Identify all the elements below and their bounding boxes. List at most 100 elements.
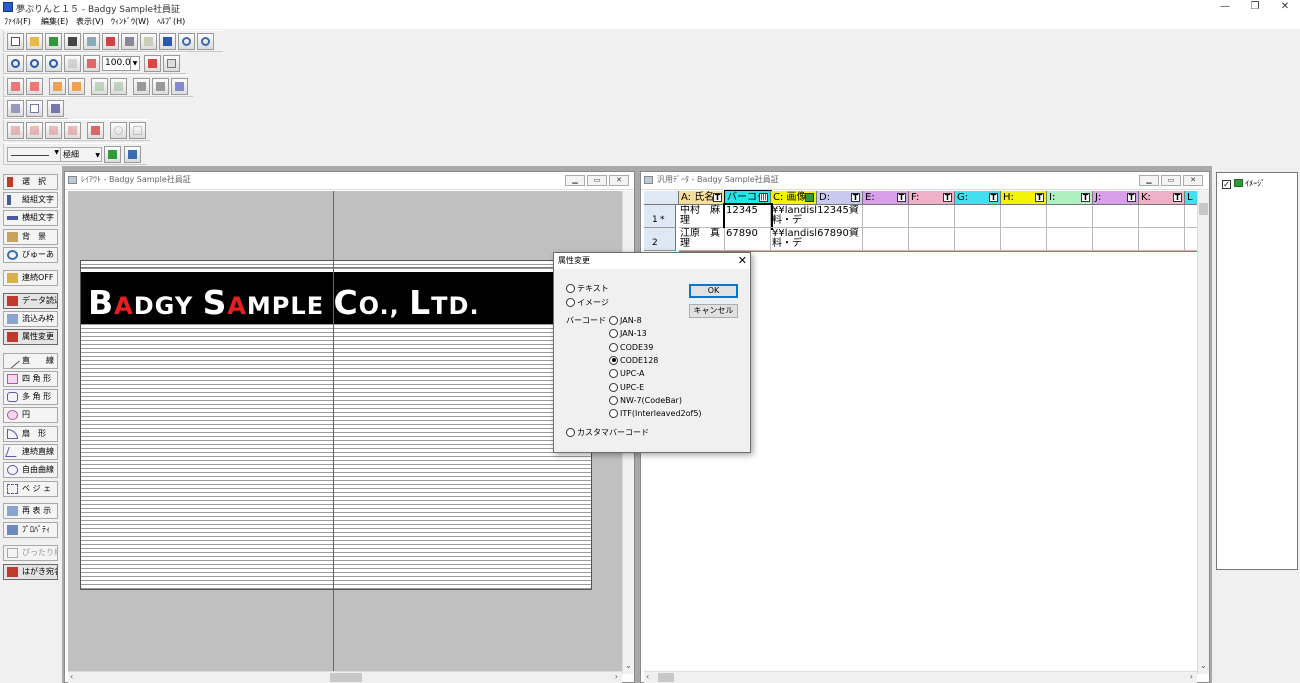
radio-circle[interactable] xyxy=(566,428,575,437)
radio-custom-barcode[interactable]: カスタマバーコード xyxy=(566,428,649,438)
ungroup-button[interactable] xyxy=(110,78,127,95)
vertical-guide-line[interactable] xyxy=(333,191,334,674)
column-header[interactable]: バーコー ||| xyxy=(724,190,772,206)
horizontal-scroll-thumb[interactable] xyxy=(330,673,362,682)
radio-barcode-type[interactable]: UPC-A xyxy=(609,369,644,379)
redo-button[interactable] xyxy=(197,33,214,50)
grid-cell[interactable] xyxy=(863,205,909,228)
scroll-left-arrow-icon[interactable]: ‹ xyxy=(646,672,649,681)
grid-cell[interactable] xyxy=(1093,205,1139,228)
dialog-close-icon[interactable]: ✕ xyxy=(738,253,747,268)
menu-edit[interactable]: 編集(E) xyxy=(41,16,68,27)
grid-cell[interactable]: 中村 麻理 xyxy=(679,205,725,228)
brand-band[interactable]: BADGY SAMPLE CO., LTD. xyxy=(81,272,591,324)
close-button[interactable]: ✕ xyxy=(1270,1,1300,14)
columns-button[interactable] xyxy=(47,100,64,117)
horizontal-text-tool-button[interactable]: 横組文字 xyxy=(3,210,58,226)
postcard-address-button[interactable]: はがき宛名 xyxy=(3,564,58,580)
zoom-level-field[interactable]: 100.0 ▼ xyxy=(102,56,140,71)
ok-button[interactable]: OK xyxy=(689,284,738,298)
grid-cell[interactable]: 江原 真理 xyxy=(679,228,725,251)
hand-tool-button[interactable] xyxy=(163,55,180,72)
sector-tool-button[interactable]: 扇 形 xyxy=(3,426,58,442)
column-header[interactable]: E: T xyxy=(863,191,909,205)
menu-view[interactable]: 表示(V) xyxy=(76,16,104,27)
data-load-button[interactable]: データ読込 xyxy=(3,293,58,309)
line-color-button[interactable] xyxy=(104,146,121,163)
chevron-down-icon[interactable]: ▼ xyxy=(54,149,59,156)
column-header[interactable]: G: T xyxy=(955,191,1001,205)
background-tool-button[interactable]: 背 景 xyxy=(3,229,58,245)
vertical-scroll-thumb[interactable] xyxy=(1199,203,1208,215)
scroll-right-arrow-icon[interactable]: › xyxy=(1190,672,1193,681)
mask-button[interactable] xyxy=(171,78,188,95)
radio-circle[interactable] xyxy=(609,329,618,339)
column-header[interactable]: A: 氏名 T xyxy=(679,191,725,205)
row-header[interactable]: 1 * xyxy=(644,205,676,228)
zoom-fit-button[interactable] xyxy=(7,55,24,72)
grid-cell[interactable] xyxy=(909,228,955,251)
new-file-button[interactable] xyxy=(7,33,24,50)
grid-cell[interactable]: 12345 xyxy=(723,203,773,230)
grid-cell[interactable] xyxy=(1001,228,1047,251)
column-header[interactable]: C: 画像 xyxy=(771,191,817,205)
radio-circle[interactable] xyxy=(609,409,618,419)
row-header[interactable]: 2 xyxy=(644,228,676,251)
text-align-left-button[interactable] xyxy=(7,122,24,139)
data-horizontal-scrollbar[interactable]: ‹ › xyxy=(644,671,1197,683)
grid-cell[interactable]: ¥¥landisl12345資料・デ xyxy=(771,205,863,228)
grid-cell[interactable] xyxy=(1047,205,1093,228)
radio-barcode-type[interactable]: CODE39 xyxy=(609,342,653,353)
zoom-actual-button[interactable] xyxy=(64,55,81,72)
scroll-down-arrow-icon[interactable]: ⌄ xyxy=(1200,661,1207,670)
grid-cell[interactable] xyxy=(1047,228,1093,251)
fit-frame-button[interactable]: ぴったり枠 xyxy=(3,545,58,561)
save-button[interactable] xyxy=(45,33,62,50)
paste-button[interactable] xyxy=(140,33,157,50)
restore-button[interactable]: ❐ xyxy=(1240,1,1270,14)
zoom-in-button[interactable] xyxy=(26,55,43,72)
undo-button[interactable] xyxy=(178,33,195,50)
flow-frame-button[interactable]: 流込み枠 xyxy=(3,311,58,327)
minimize-button[interactable]: — xyxy=(1210,1,1240,14)
layer-checkbox[interactable]: ✓ xyxy=(1222,180,1231,189)
viewer-tool-button[interactable]: びゅーあ xyxy=(3,247,58,263)
badge-card[interactable]: BADGY SAMPLE CO., LTD. xyxy=(80,260,592,590)
freehand-tool-button[interactable]: 自由曲線 xyxy=(3,462,58,478)
grid-cell[interactable]: ¥¥landisl67890資料・デ xyxy=(771,228,863,251)
text-align-right-button[interactable] xyxy=(45,122,62,139)
scroll-right-arrow-icon[interactable]: › xyxy=(615,672,618,681)
grid-cell[interactable] xyxy=(1001,205,1047,228)
zoom-out-button[interactable] xyxy=(45,55,62,72)
chevron-down-icon[interactable]: ▼ xyxy=(95,149,100,162)
text-align-center-button[interactable] xyxy=(26,122,43,139)
column-header[interactable]: I: T xyxy=(1047,191,1093,205)
grid-cell[interactable] xyxy=(1093,228,1139,251)
grid-corner-cell[interactable] xyxy=(644,191,679,205)
data-close-button[interactable]: ✕ xyxy=(1183,175,1203,186)
grid-cell[interactable] xyxy=(909,205,955,228)
radio-barcode-type[interactable]: CODE128 xyxy=(609,355,658,366)
align-v-button[interactable] xyxy=(68,78,85,95)
open-file-button[interactable] xyxy=(26,33,43,50)
grid-cell[interactable] xyxy=(1139,228,1185,251)
column-header[interactable]: J: T xyxy=(1093,191,1139,205)
menu-help[interactable]: ﾍﾙﾌﾟ(H) xyxy=(157,16,185,27)
pan-center-button[interactable] xyxy=(144,55,161,72)
property-button[interactable]: ﾌﾟﾛﾊﾟﾃｨ xyxy=(3,522,58,538)
radio-barcode-type[interactable]: UPC-E xyxy=(609,382,644,393)
check-option-button[interactable] xyxy=(129,122,146,139)
menu-file[interactable]: ﾌｧｲﾙ(F) xyxy=(4,16,31,27)
radio-circle[interactable] xyxy=(609,342,618,352)
polygon-tool-button[interactable]: 多 角 形 xyxy=(3,389,58,405)
cancel-button[interactable]: キャンセル xyxy=(689,304,738,318)
grid-cell[interactable] xyxy=(955,205,1001,228)
layout-horizontal-scrollbar[interactable]: ‹ › xyxy=(68,671,622,683)
properties-button[interactable] xyxy=(102,33,119,50)
radio-circle[interactable] xyxy=(609,395,618,405)
select-tool-button[interactable]: 選 択 xyxy=(3,174,58,190)
continuous-off-button[interactable]: 連続OFF xyxy=(3,270,58,286)
send-back-button[interactable] xyxy=(26,78,43,95)
polyline-tool-button[interactable]: 連続直線 xyxy=(3,444,58,460)
data-maximize-button[interactable]: ▭ xyxy=(1161,175,1181,186)
